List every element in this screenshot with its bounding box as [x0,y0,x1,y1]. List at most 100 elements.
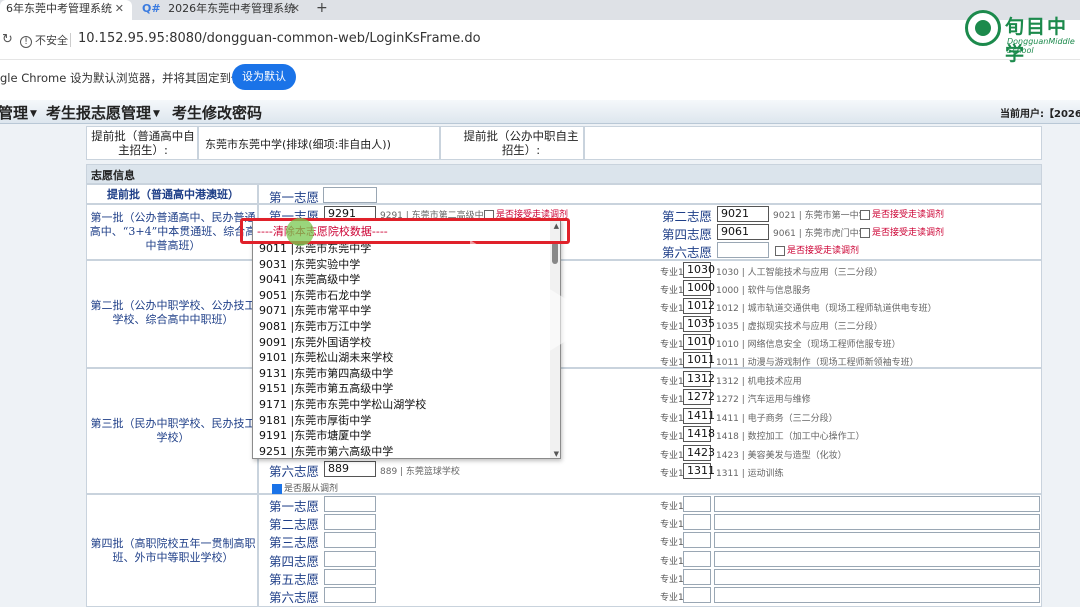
dropdown-option[interactable]: 9031 |东莞实验中学 [259,256,360,272]
batch-gangao-cell: 提前批（普通高中港澳班） [86,184,258,204]
section-header: 志愿信息 [86,164,1042,184]
dropdown-option[interactable]: 9091 |东莞外国语学校 [259,334,371,350]
major-code-input[interactable]: 1011 [683,352,715,368]
infobar-text: gle Chrome 设为默认浏览器，并将其固定到任务栏 [0,71,266,85]
seal-icon [965,10,1001,46]
major-label: 专业1 [660,340,684,350]
dropdown-option[interactable]: 9171 |东莞市东莞中学松山湖学校 [259,396,426,412]
major-desc: 1418 | 数控加工（加工中心操作工） [716,432,865,443]
major-code-input[interactable] [683,532,711,549]
major-code-input[interactable] [683,587,711,603]
major-code-input[interactable]: 1272 [683,389,715,406]
reload-icon[interactable]: ↻ [2,32,13,47]
logo-subtitle: DongguanMiddle School [1007,37,1075,55]
major-desc: 1030 | 人工智能技术与应用（三二分段） [716,268,883,278]
new-tab-icon[interactable]: + [316,0,328,16]
dropdown-option[interactable]: 9101 |东莞松山湖未来学校 [259,349,393,365]
major-code-input[interactable]: 1311 [683,463,715,479]
menu-label: 考生修改密码 [172,104,263,122]
dropdown-option[interactable]: 9151 |东莞市第五高级中学 [259,380,393,396]
dropdown-option[interactable]: 9181 |东莞市厚街中学 [259,412,371,428]
major-desc-field [714,550,1040,567]
fourth-choice-input[interactable] [324,532,376,549]
menu-item-password[interactable]: 考生修改密码 [172,102,262,123]
adjust-label: 是否接受走读调剂 [872,228,945,238]
major-code-input[interactable]: 1312 [683,371,715,387]
major-desc-field [714,532,1040,549]
major-code-input[interactable] [683,568,711,585]
major-code-input[interactable]: 1030 [683,262,715,278]
scroll-down-icon[interactable]: ▼ [554,450,559,458]
dropdown-option[interactable]: 9051 |东莞市石龙中学 [259,287,371,303]
menu-item-applications[interactable]: 考生报志愿管理 ▼ [46,102,160,123]
checkbox[interactable] [860,209,870,220]
major-label: 专业1 [660,304,684,314]
fourth-choice-input[interactable] [324,514,376,531]
adjust-label: 是否接受走读调剂 [787,246,860,256]
school-logo: 旬目中学 DongguanMiddle School [965,10,1080,65]
choice-label: 第六志愿 [269,464,320,479]
choice-label: 第五志愿 [269,571,320,587]
first-choice2-input[interactable]: 9021 [717,206,769,222]
major-code-input[interactable] [683,514,711,531]
first-choice2-adjust[interactable]: 是否接受走读调剂 [860,207,944,220]
major-desc: 1411 | 电子商务（三二分段） [716,413,838,424]
tab-first[interactable]: 6年东莞中考管理系统 ✕ [0,0,132,20]
major-code-input[interactable]: 1418 [683,426,715,443]
major-desc-field [714,496,1040,512]
close-icon[interactable]: ✕ [291,0,300,18]
security-indicator[interactable]: ! 不安全 [20,32,68,48]
first-choice4-input[interactable]: 9061 [717,224,769,240]
major-code-input[interactable] [683,550,711,567]
obey-label: 是否服从调剂 [284,484,339,494]
dropdown-option[interactable]: 9251 |东莞市第六高级中学 [259,443,393,458]
gangao-choice1-input[interactable] [323,187,377,203]
major-desc: 1311 | 运动训练 [716,469,784,479]
set-default-button[interactable]: 设为默认 [232,64,296,90]
choice-label: 第三志愿 [269,535,320,551]
major-code-input[interactable]: 1000 [683,280,715,296]
first-choice4-adjust[interactable]: 是否接受走读调剂 [860,225,944,238]
dropdown-option[interactable]: 9041 |东莞高级中学 [259,271,360,287]
major-code-input[interactable] [683,496,711,512]
menu-item-manage[interactable]: 管理 ▼ [0,102,37,123]
checkbox-checked[interactable] [272,483,282,494]
fourth-choice-input[interactable] [324,568,376,585]
url-field[interactable]: 10.152.95.95:8080/dongguan-common-web/Lo… [78,31,481,46]
fourth-choice-input[interactable] [324,587,376,603]
gangao-choices-cell: 第一志愿 [258,184,1042,205]
close-icon[interactable]: ✕ [115,0,124,18]
checkbox[interactable] [860,227,870,238]
dropdown-option[interactable]: 9191 |东莞市塘厦中学 [259,427,371,443]
obey-adjust[interactable]: 是否服从调剂 [272,481,338,494]
batch-first-label: 第一批（公办普通高中、民办普通高中、“3+4”中本贯通班、综合高中普高班） [89,211,257,252]
dropdown-option[interactable]: 9071 |东莞市常平中学 [259,302,371,318]
major-code-input[interactable]: 1423 [683,444,715,461]
first-choice2-desc: 9021 | 东莞市第一中学 [773,211,868,221]
fourth-choice-input[interactable] [324,550,376,567]
tiqian-label: 提前批（普通高中自主招生）: [91,129,195,157]
choice-label: 第六志愿 [269,590,320,605]
first-choice4-desc: 9061 | 东莞市虎门中学 [773,229,868,239]
first-choice6-adjust[interactable]: 是否接受走读调剂 [775,243,859,256]
batch-second-cell: 第二批（公办中职学校、公办技工学校、综合高中中职班） [86,260,258,368]
first-choice6-input[interactable] [717,242,769,258]
major-label: 专业1 [660,286,684,296]
checkbox[interactable] [775,245,785,256]
tab-label: 2026年东莞中考管理系统 [168,2,296,15]
major-label: 专业1 [660,377,684,387]
major-code-input[interactable]: 1010 [683,334,715,350]
major-label: 专业1 [660,450,684,461]
tiqian-value-cell: 东莞市东莞中学(排球(细项:非自由人)) [198,126,440,160]
major-desc-field [714,568,1040,585]
fourth-choice-input[interactable] [324,496,376,512]
dropdown-option[interactable]: 9131 |东莞市第四高级中学 [259,365,393,381]
major-code-input[interactable]: 1411 [683,407,715,424]
dropdown-option[interactable]: 9081 |东莞市万江中学 [259,318,371,334]
major-code-input[interactable]: 1012 [683,298,715,314]
third-choice6-input[interactable]: 889 [324,461,376,477]
tiqian2-label-cell: 提前批（公办中职自主招生）: [440,126,584,160]
tab-second[interactable]: Q# 2026年东莞中考管理系统 ✕ [136,0,308,20]
major-code-input[interactable]: 1035 [683,316,715,332]
major-label: 专业1 [660,358,684,368]
